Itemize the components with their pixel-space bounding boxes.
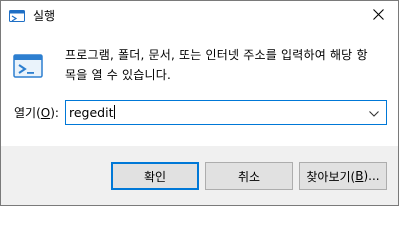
- cancel-button-label: 취소: [237, 169, 261, 184]
- chevron-down-icon: [369, 106, 379, 120]
- ok-button-label: 확인: [143, 169, 167, 184]
- close-button[interactable]: [358, 1, 398, 31]
- open-label-prefix: 열기(: [14, 106, 41, 120]
- open-combobox[interactable]: regedit: [65, 100, 387, 125]
- title-bar[interactable]: 실행: [1, 1, 398, 31]
- close-icon: [372, 9, 384, 23]
- run-dialog: 실행 프로그램, 폴더, 문서, 또는 인터넷 주소를 입력하여 해당 항 목을…: [0, 0, 399, 206]
- open-label: 열기(O):: [14, 105, 59, 121]
- instruction-text: 프로그램, 폴더, 문서, 또는 인터넷 주소를 입력하여 해당 항 목을 열 …: [65, 45, 390, 85]
- ok-button[interactable]: 확인: [111, 162, 199, 190]
- run-app-icon: [9, 9, 25, 23]
- browse-button[interactable]: 찾아보기(B)...: [299, 162, 387, 190]
- open-input[interactable]: regedit: [69, 105, 115, 121]
- open-label-suffix: ):: [50, 106, 59, 120]
- open-label-hotkey: O: [40, 106, 51, 120]
- instruction-line-2: 목을 열 수 있습니다.: [65, 68, 171, 82]
- open-input-value: regedit: [69, 105, 114, 120]
- browse-label-hotkey: B: [355, 169, 364, 183]
- instruction-line-1: 프로그램, 폴더, 문서, 또는 인터넷 주소를 입력하여 해당 항: [65, 48, 368, 62]
- cancel-button[interactable]: 취소: [205, 162, 293, 190]
- text-caret: [113, 105, 115, 119]
- button-panel: 확인 취소 찾아보기(B)...: [1, 146, 398, 205]
- browse-label-prefix: 찾아보기(: [306, 169, 356, 184]
- run-icon: [13, 53, 43, 81]
- browse-label-suffix: )...: [363, 169, 380, 183]
- window-title: 실행: [33, 9, 56, 23]
- dropdown-button[interactable]: [364, 101, 384, 124]
